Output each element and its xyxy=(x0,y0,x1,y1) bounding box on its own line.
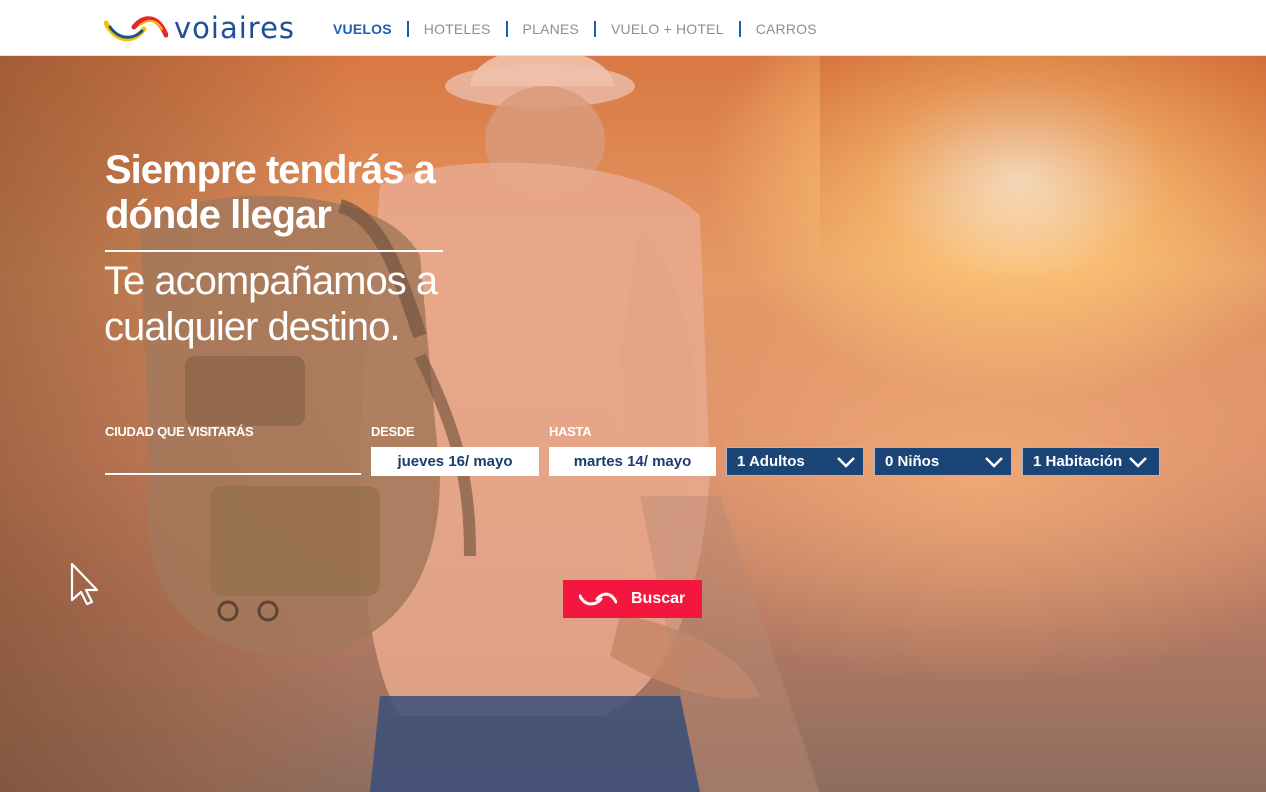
nav-divider xyxy=(505,21,508,37)
nav-divider xyxy=(738,21,741,37)
to-date-picker[interactable]: martes 14/ mayo xyxy=(549,447,716,476)
chevron-down-icon xyxy=(837,456,855,468)
chevron-down-icon xyxy=(985,456,1003,468)
to-date-label: HASTA xyxy=(549,424,592,439)
chevron-down-icon xyxy=(1129,456,1147,468)
nav-item-planes[interactable]: PLANES xyxy=(523,21,579,37)
wave-icon xyxy=(579,592,617,606)
nav-item-vuelo-hotel[interactable]: VUELO + HOTEL xyxy=(611,21,724,37)
main-nav: VUELOS HOTELES PLANES VUELO + HOTEL CARR… xyxy=(333,19,817,39)
rooms-select-value: 1 Habitación xyxy=(1033,453,1123,470)
search-button[interactable]: Buscar xyxy=(563,580,702,618)
hero-subtitle: Te acompañamos a cualquier destino. xyxy=(104,259,438,349)
city-label: CIUDAD QUE VISITARÁS xyxy=(105,424,254,439)
children-select-value: 0 Niños xyxy=(885,453,940,470)
hero-title: Siempre tendrás a dónde llegar xyxy=(105,148,436,237)
from-date-label: DESDE xyxy=(371,424,415,439)
children-select[interactable]: 0 Niños xyxy=(874,447,1012,476)
city-input[interactable] xyxy=(105,448,361,475)
search-button-label: Buscar xyxy=(631,590,686,607)
nav-item-carros[interactable]: CARROS xyxy=(756,21,817,37)
adults-select-value: 1 Adultos xyxy=(737,453,805,470)
from-date-picker[interactable]: jueves 16/ mayo xyxy=(371,447,539,476)
nav-divider xyxy=(406,21,409,37)
brand-logo[interactable]: voiaires xyxy=(104,12,309,44)
adults-select[interactable]: 1 Adultos xyxy=(726,447,864,476)
nav-item-vuelos[interactable]: VUELOS xyxy=(333,21,392,37)
logo-wave-icon xyxy=(104,16,168,42)
nav-divider xyxy=(593,21,596,37)
brand-name: voiaires xyxy=(174,10,296,45)
nav-item-hoteles[interactable]: HOTELES xyxy=(424,21,491,37)
site-header: voiaires VUELOS HOTELES PLANES VUELO + H… xyxy=(0,0,1266,56)
rooms-select[interactable]: 1 Habitación xyxy=(1022,447,1160,476)
hero-divider xyxy=(105,250,443,252)
hero-banner: Siempre tendrás a dónde llegar Te acompa… xyxy=(0,56,1266,792)
mouse-pointer-icon xyxy=(70,562,99,606)
